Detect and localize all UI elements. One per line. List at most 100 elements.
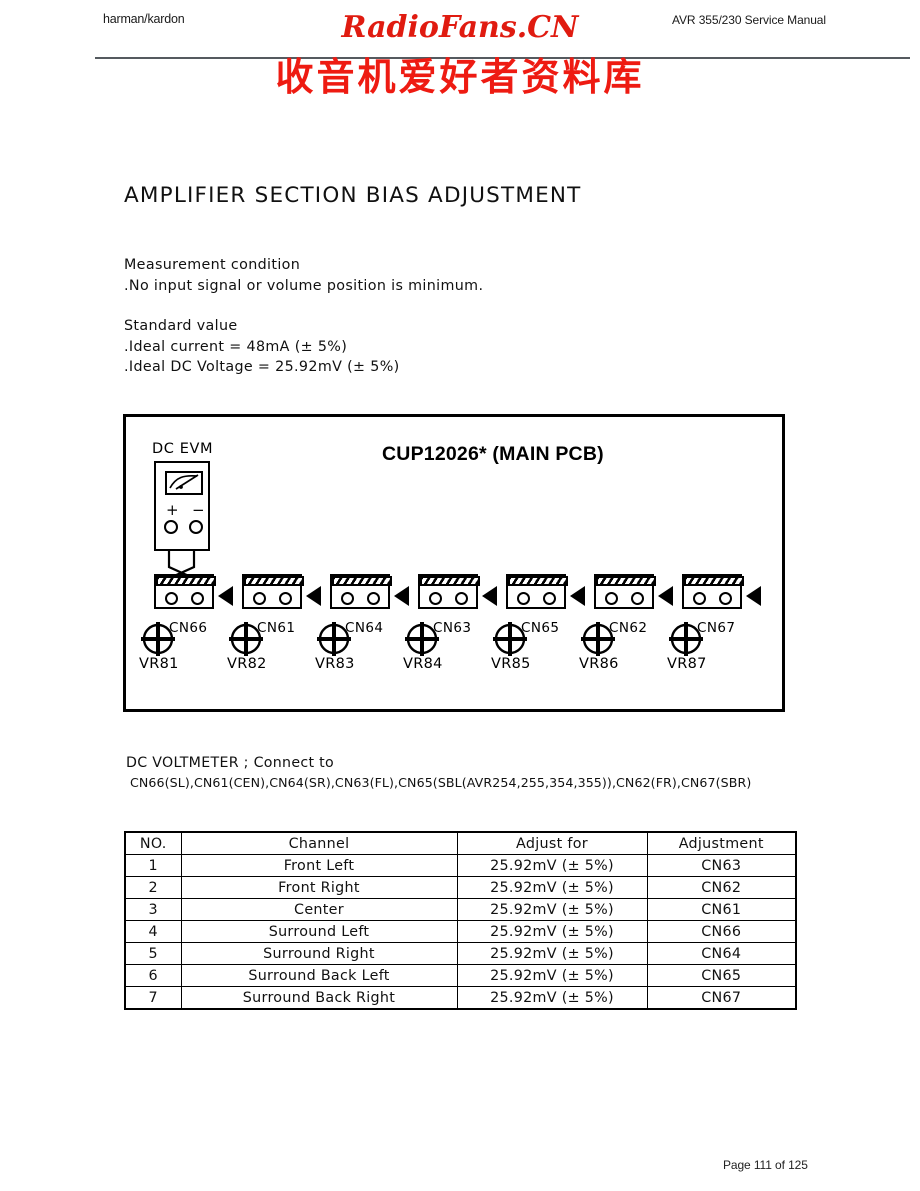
meter-jack-positive [164,520,178,534]
cell-adjust-for: 25.92mV (± 5%) [456,942,648,965]
trimmer-label: VR81 [139,656,179,672]
cell-no: 3 [124,898,182,921]
trimmer-connector-label: CN63 [433,620,472,636]
connect-note: DC VOLTMETER ; Connect to CN66(SL),CN61(… [126,754,751,792]
dc-evm-label: DC EVM [152,441,214,457]
connector-arrow-icon [658,586,673,606]
connector-hatch-strip [684,576,744,586]
cell-adjustment: CN63 [646,854,797,877]
cell-channel: Front Right [180,876,458,899]
trimmer-label: VR83 [315,656,355,672]
connector-pin-1 [693,592,706,605]
page-number-label: Page 111 of 125 [723,1158,808,1172]
connector-pin-1 [429,592,442,605]
trimmer-label: VR84 [403,656,443,672]
standard-value-block: Standard value .Ideal current = 48mA (± … [124,316,400,378]
cell-adjust-for: 25.92mV (± 5%) [456,986,648,1010]
connector-arrow-icon [394,586,409,606]
page-title: AMPLIFIER SECTION BIAS ADJUSTMENT [124,183,582,208]
connect-note-detail: CN66(SL),CN61(CEN),CN64(SR),CN63(FL),CN6… [130,775,752,790]
cell-channel: Surround Back Left [180,964,458,987]
column-header-no: NO. [124,831,182,855]
connector-pin-1 [341,592,354,605]
meter-jack-negative [189,520,203,534]
connector-arrow-icon [570,586,585,606]
connector-pin-1 [605,592,618,605]
watermark-latin: RadioFans.CN [341,10,579,45]
page-header: harman/kardon AVR 355/230 Service Manual… [0,0,920,100]
cell-no: 6 [124,964,182,987]
meter-display-icon [165,471,203,495]
trimmer-connector-label: CN64 [345,620,384,636]
table-row: 5 Surround Right 25.92mV (± 5%) CN64 [124,942,797,965]
connector-arrow-icon [218,586,233,606]
trimmer-connector-label: CN62 [609,620,648,636]
connector-arrow-icon [482,586,497,606]
standard-value-voltage: .Ideal DC Voltage = 25.92mV (± 5%) [124,359,400,375]
cell-adjustment: CN61 [646,898,797,921]
connector-pin-2 [191,592,204,605]
table-header-row: NO. Channel Adjust for Adjustment [124,831,797,855]
connector-housing [330,574,392,609]
bias-adjustment-diagram: CUP12026* (MAIN PCB) DC EVM + − CN66 VR8… [123,414,785,712]
connector-pin-2 [719,592,732,605]
connector-arrow-icon [306,586,321,606]
connector-arrow-icon [746,586,761,606]
connector-hatch-strip [420,576,480,586]
cell-adjust-for: 25.92mV (± 5%) [456,876,648,899]
pcb-title: CUP12026* (MAIN PCB) [382,443,604,465]
table-row: 3 Center 25.92mV (± 5%) CN61 [124,898,797,921]
measurement-condition-block: Measurement condition .No input signal o… [124,255,483,296]
cell-channel: Surround Back Right [180,986,458,1010]
measurement-condition-heading: Measurement condition [124,257,301,273]
connector-pin-1 [253,592,266,605]
cell-adjustment: CN65 [646,964,797,987]
trimmer-connector-label: CN66 [169,620,208,636]
cell-adjust-for: 25.92mV (± 5%) [456,898,648,921]
cell-adjustment: CN66 [646,920,797,943]
trimmer-label: VR86 [579,656,619,672]
cell-channel: Front Left [180,854,458,877]
table-row: 7 Surround Back Right 25.92mV (± 5%) CN6… [124,986,797,1010]
connector-housing [242,574,304,609]
meter-needle-icon [169,474,199,490]
connector-housing [154,574,216,609]
connect-note-heading: DC VOLTMETER ; Connect to [126,755,334,771]
cell-adjustment: CN67 [646,986,797,1010]
cell-no: 4 [124,920,182,943]
bias-adjustment-table: NO. Channel Adjust for Adjustment 1 Fron… [124,831,797,1010]
connector-hatch-strip [508,576,568,586]
cell-adjust-for: 25.92mV (± 5%) [456,964,648,987]
trimmer-connector-label: CN61 [257,620,296,636]
connector-pin-2 [631,592,644,605]
connector-hatch-strip [596,576,656,586]
standard-value-heading: Standard value [124,318,238,334]
cell-no: 2 [124,876,182,899]
watermark-cjk: 收音机爱好者资料库 [275,55,645,99]
cell-adjustment: CN62 [646,876,797,899]
connector-pin-2 [279,592,292,605]
meter-plus-sign: + [166,501,179,519]
connector-housing [506,574,568,609]
table-row: 1 Front Left 25.92mV (± 5%) CN63 [124,854,797,877]
cell-no: 5 [124,942,182,965]
connector-pin-2 [455,592,468,605]
trimmer-label: VR85 [491,656,531,672]
trimmer-connector-label: CN67 [697,620,736,636]
connector-housing [594,574,656,609]
standard-value-current: .Ideal current = 48mA (± 5%) [124,338,348,355]
connector-pin-2 [543,592,556,605]
cell-adjustment: CN64 [646,942,797,965]
connector-hatch-strip [156,576,216,586]
connector-housing [418,574,480,609]
connector-hatch-strip [332,576,392,586]
cell-no: 7 [124,986,182,1010]
table-row: 2 Front Right 25.92mV (± 5%) CN62 [124,876,797,899]
table-row: 6 Surround Back Left 25.92mV (± 5%) CN65 [124,964,797,987]
cell-channel: Center [180,898,458,921]
connector-housing [682,574,744,609]
dc-evm-meter: + − [154,461,210,551]
table-row: 4 Surround Left 25.92mV (± 5%) CN66 [124,920,797,943]
connector-pin-1 [517,592,530,605]
cell-adjust-for: 25.92mV (± 5%) [456,920,648,943]
